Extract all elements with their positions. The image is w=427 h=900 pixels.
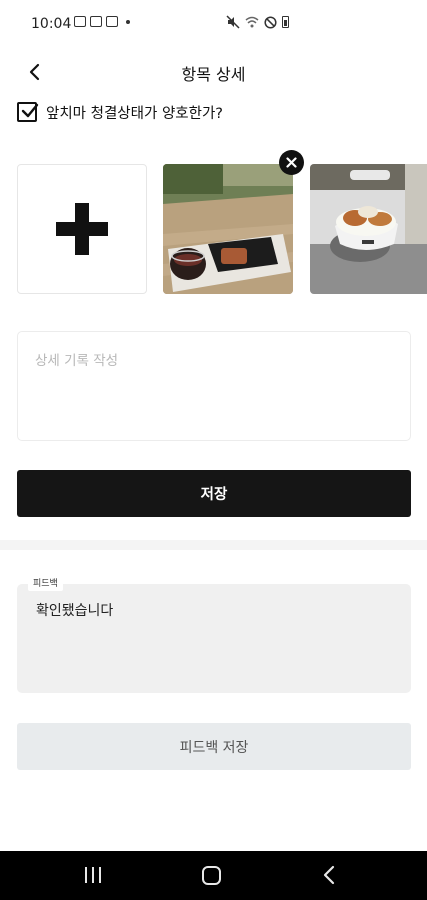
close-icon [286, 157, 297, 168]
mute-icon [226, 15, 240, 29]
app-header: 항목 상세 [0, 48, 427, 96]
do-not-disturb-icon [264, 15, 277, 29]
photo-thumbnail[interactable] [310, 164, 427, 294]
status-bar: 10:04 [0, 0, 427, 48]
battery-icon [282, 16, 289, 28]
home-button[interactable] [202, 866, 221, 885]
cafe-table-photo [163, 164, 293, 294]
system-status-icons [226, 15, 289, 29]
system-back-icon [323, 865, 335, 885]
gallery-notification-icon [74, 16, 86, 27]
remove-photo-button[interactable] [279, 150, 304, 175]
feedback-text: 확인됐습니다 [36, 603, 114, 619]
checklist-item[interactable]: 앞치마 청결상태가 양호한가? [17, 100, 223, 124]
photo-thumbnail[interactable] [163, 164, 293, 294]
section-divider [0, 540, 427, 550]
more-notifications-icon [126, 19, 130, 24]
app-notification-icon [90, 16, 102, 27]
save-button[interactable]: 저장 [17, 470, 411, 517]
photo-list [0, 150, 427, 300]
ice-cream-photo [310, 164, 427, 294]
checklist-checkbox[interactable] [17, 102, 39, 122]
checkmark-icon [21, 103, 39, 118]
system-back-button[interactable] [323, 865, 335, 889]
page-title: 항목 상세 [181, 65, 246, 84]
detail-record-placeholder: 상세 기록 작성 [35, 353, 119, 369]
plus-icon [56, 203, 108, 255]
feedback-label: 피드백 [28, 577, 63, 591]
mail-notification-icon [106, 16, 118, 27]
feedback-save-button[interactable]: 피드백 저장 [17, 723, 411, 770]
detail-record-input[interactable]: 상세 기록 작성 [17, 331, 411, 441]
wifi-icon [245, 16, 259, 28]
feedback-field[interactable]: 확인됐습니다 [17, 584, 411, 693]
recent-apps-button[interactable] [85, 867, 101, 883]
system-navigation-bar [0, 851, 427, 900]
add-photo-button[interactable] [17, 164, 147, 294]
checklist-item-label: 앞치마 청결상태가 양호한가? [46, 105, 223, 122]
notification-icons [74, 16, 130, 27]
status-time: 10:04 [31, 16, 72, 32]
